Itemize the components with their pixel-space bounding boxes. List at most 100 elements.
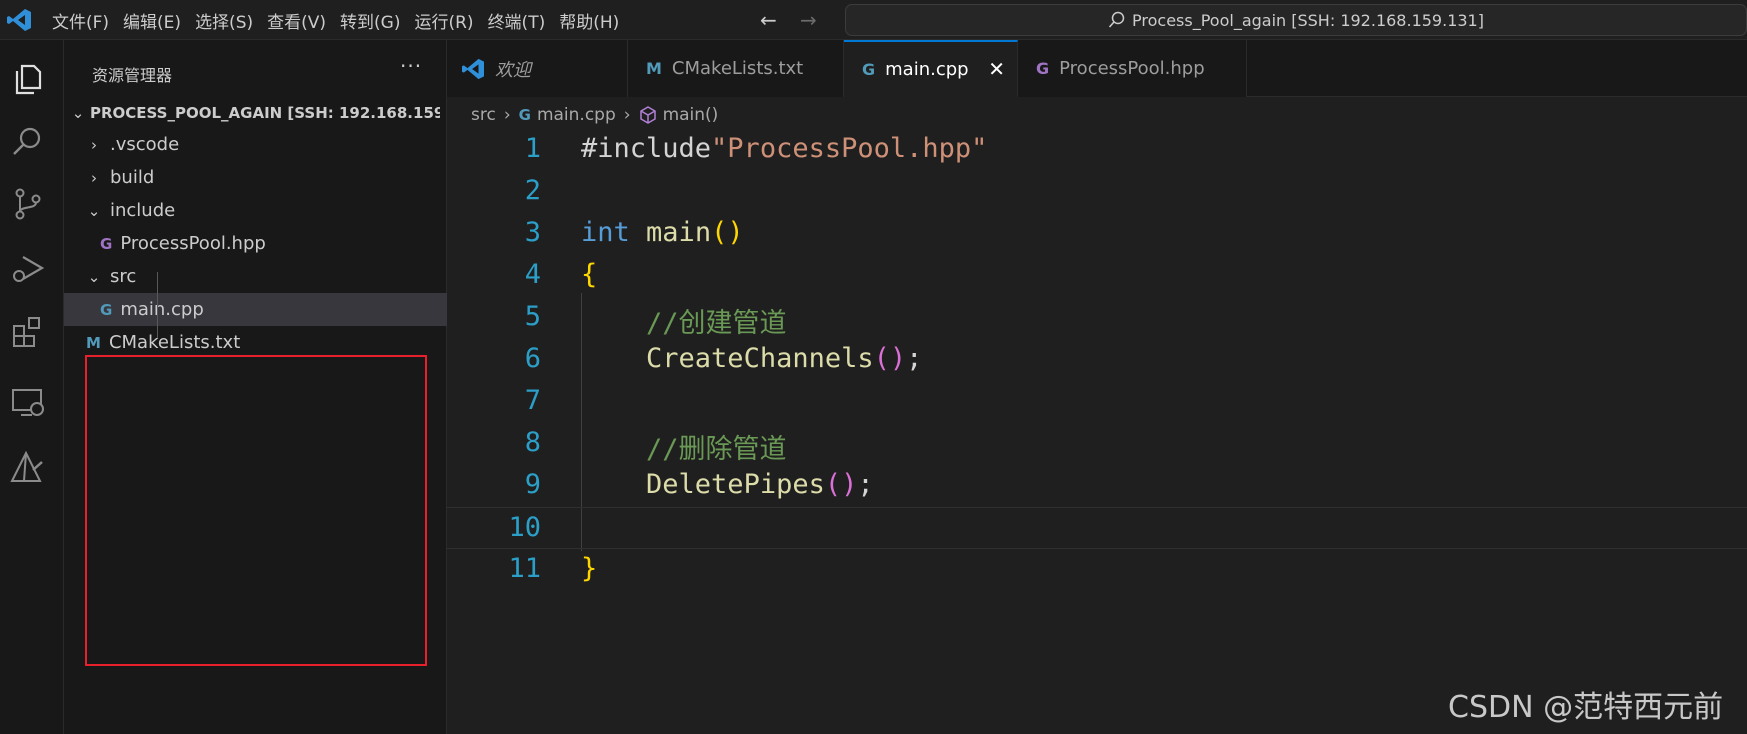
indent-guide (157, 272, 158, 338)
code-token: () (873, 343, 907, 374)
remote-explorer-icon[interactable] (8, 382, 48, 422)
cpp-source-icon: G (518, 106, 531, 124)
code-line[interactable]: 10 (447, 507, 1747, 549)
cpp-header-icon: G (100, 234, 113, 253)
tree-item-main-cpp[interactable]: G main.cpp (64, 293, 447, 326)
code-line[interactable]: 5 //创建管道 (447, 297, 1747, 339)
tree-item-build[interactable]: › build (64, 161, 447, 194)
code-editor[interactable]: 1 #include"ProcessPool.hpp" 2 3 int main() 4{… (447, 133, 1747, 734)
code-line[interactable]: 6 CreateChannels(); (447, 339, 1747, 381)
tree-item-include[interactable]: ⌄ include (64, 194, 447, 227)
menu-go[interactable]: 转到(G) (340, 8, 400, 33)
explorer-icon[interactable] (8, 58, 48, 98)
tab-cmakelists[interactable]: M CMakeLists.txt (628, 40, 844, 97)
line-number: 3 (524, 217, 541, 248)
code-token: ; (906, 343, 923, 374)
cmake-icon[interactable] (8, 448, 48, 488)
workspace-root[interactable]: ⌄ PROCESS_POOL_AGAIN [SSH: 192.168.159..… (64, 96, 447, 129)
menu-edit[interactable]: 编辑(E) (123, 8, 181, 33)
title-bar: 文件(F) 编辑(E) 选择(S) 查看(V) 转到(G) 运行(R) 终端(T… (0, 0, 1747, 40)
code-token: "ProcessPool.hpp" (711, 133, 988, 164)
tree-item-label: src (110, 266, 137, 287)
line-number: 2 (524, 175, 541, 206)
tab-label: CMakeLists.txt (671, 58, 804, 79)
code-token: #include (581, 133, 712, 164)
code-text: //创建管道 (581, 301, 787, 340)
cmake-file-icon: M (86, 333, 101, 352)
code-line[interactable]: 4{ (447, 255, 1747, 297)
breadcrumb-file[interactable]: main.cpp (537, 105, 616, 125)
command-center-search[interactable]: Process_Pool_again [SSH: 192.168.159.131… (845, 4, 1747, 36)
code-text: { (581, 259, 597, 290)
workspace-root-label: PROCESS_POOL_AGAIN [SSH: 192.168.159.... (90, 103, 440, 122)
code-text: } (581, 553, 597, 584)
line-number: 5 (524, 301, 541, 332)
menu-help[interactable]: 帮助(H) (559, 8, 619, 33)
menu-selection[interactable]: 选择(S) (195, 8, 253, 33)
tab-bar: 欢迎 M CMakeLists.txt G main.cpp ✕ G Proce… (447, 40, 1747, 97)
more-actions-icon[interactable]: ··· (400, 54, 422, 78)
tree-item-label: build (110, 167, 155, 188)
extensions-icon[interactable] (8, 312, 48, 352)
forward-arrow-icon[interactable]: → (800, 8, 817, 32)
method-icon (639, 106, 656, 124)
tab-processpool-hpp[interactable]: G ProcessPool.hpp (1018, 40, 1247, 97)
chevron-right-icon: › (623, 105, 631, 125)
code-text: //删除管道 (581, 427, 787, 466)
tree-item-vscode[interactable]: › .vscode (64, 128, 447, 161)
search-text: Process_Pool_again [SSH: 192.168.159.131… (1132, 10, 1484, 30)
tree-item-label: main.cpp (120, 299, 204, 320)
line-number: 11 (508, 553, 541, 584)
code-line[interactable]: 3 int main() (447, 213, 1747, 255)
close-icon[interactable]: ✕ (988, 57, 1005, 81)
code-text: int main() (581, 217, 744, 248)
tab-label: main.cpp (885, 58, 969, 80)
code-text: CreateChannels(); (581, 343, 922, 374)
breadcrumb-folder[interactable]: src (471, 105, 496, 125)
search-icon[interactable] (8, 122, 48, 162)
back-arrow-icon[interactable]: ← (760, 8, 777, 32)
menu-run[interactable]: 运行(R) (414, 8, 473, 33)
code-token: ; (857, 469, 874, 500)
code-token: CreateChannels (646, 343, 874, 374)
tree-item-label: CMakeLists.txt (108, 332, 241, 353)
code-text: #include"ProcessPool.hpp" (581, 133, 987, 164)
vscode-icon (462, 58, 484, 79)
tree-item-src[interactable]: ⌄ src (64, 260, 447, 293)
chevron-right-icon: › (91, 168, 97, 187)
sidebar-title: 资源管理器 (92, 66, 173, 85)
cpp-header-icon: G (1036, 59, 1050, 78)
line-number: 4 (524, 259, 541, 290)
cpp-source-icon: G (862, 59, 876, 79)
run-debug-icon[interactable] (8, 248, 48, 288)
code-token: { (581, 259, 598, 290)
tree-item-label: include (110, 200, 176, 221)
tree-item-processpool-hpp[interactable]: G ProcessPool.hpp (64, 227, 447, 260)
code-line[interactable]: 9 DeletePipes(); (447, 465, 1747, 507)
code-token: main (646, 217, 712, 248)
watermark: CSDN @范特西元前 (1448, 690, 1724, 725)
breadcrumb: src › G main.cpp › main() (447, 97, 1747, 133)
code-token: //删除管道 (581, 434, 787, 465)
tab-main-cpp[interactable]: G main.cpp ✕ (844, 40, 1018, 97)
code-line[interactable]: 1 #include"ProcessPool.hpp" (447, 129, 1747, 171)
source-control-icon[interactable] (8, 184, 48, 224)
code-line[interactable]: 7 (447, 381, 1747, 423)
menu-terminal[interactable]: 终端(T) (488, 8, 546, 33)
activity-bar (0, 40, 64, 734)
code-line[interactable]: 8 //删除管道 (447, 423, 1747, 465)
tab-label: ProcessPool.hpp (1059, 58, 1205, 79)
line-number: 1 (524, 133, 541, 164)
code-token: () (711, 217, 744, 248)
tab-welcome[interactable]: 欢迎 (447, 40, 628, 97)
chevron-right-icon: › (503, 105, 511, 125)
menu-view[interactable]: 查看(V) (267, 8, 326, 33)
breadcrumb-symbol[interactable]: main() (663, 105, 719, 125)
menu-file[interactable]: 文件(F) (52, 8, 109, 33)
vscode-logo-icon[interactable] (6, 8, 32, 32)
code-line[interactable]: 2 (447, 171, 1747, 213)
code-line[interactable]: 11} (447, 549, 1747, 591)
